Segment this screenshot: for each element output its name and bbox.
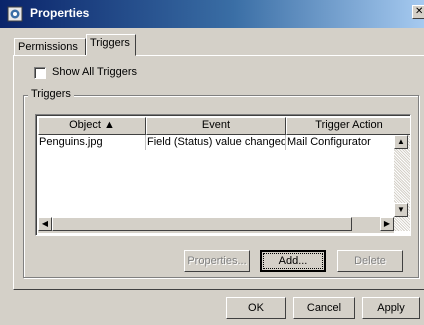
column-header-object[interactable]: Object ▲ (38, 117, 146, 135)
column-header-object-label: Object ▲ (69, 119, 115, 131)
ok-button[interactable]: OK (226, 297, 286, 319)
delete-trigger-button-label: Delete (354, 255, 386, 267)
ok-button-label: OK (248, 302, 264, 314)
trigger-properties-button-label: Properties... (187, 255, 247, 267)
column-header-trigger-action-label: Trigger Action (315, 119, 383, 131)
show-all-triggers-checkbox[interactable] (34, 67, 46, 79)
tab-permissions-label: Permissions (18, 41, 78, 53)
close-icon[interactable]: ✕ (412, 5, 424, 19)
horizontal-scroll-thumb[interactable] (52, 217, 352, 231)
show-all-triggers-label: Show All Triggers (52, 66, 137, 78)
cell-trigger-action: Mail Configurator (287, 136, 371, 148)
triggers-group-label: Triggers (28, 88, 74, 100)
tab-triggers[interactable]: Triggers (86, 34, 136, 56)
scroll-up-icon[interactable]: ▲ (394, 135, 408, 149)
apply-button-label: Apply (377, 302, 405, 314)
table-row[interactable]: Penguins.jpg Field (Status) value change… (38, 135, 394, 150)
window-title: Properties (30, 6, 90, 20)
column-header-event-label: Event (201, 119, 231, 131)
scroll-down-icon[interactable]: ▼ (394, 203, 408, 217)
tab-permissions[interactable]: Permissions (14, 38, 86, 56)
apply-button[interactable]: Apply (362, 297, 420, 319)
cancel-button[interactable]: Cancel (293, 297, 355, 319)
tab-triggers-label: Triggers (90, 37, 130, 49)
add-trigger-button[interactable]: Add... (260, 250, 326, 272)
cancel-button-label: Cancel (306, 302, 342, 314)
cell-object: Penguins.jpg (38, 135, 146, 150)
delete-trigger-button[interactable]: Delete (337, 250, 403, 272)
scroll-right-icon[interactable]: ▶ (380, 217, 394, 231)
add-trigger-button-label: Add... (278, 255, 308, 267)
trigger-properties-button[interactable]: Properties... (184, 250, 250, 272)
cell-event: Field (Status) value changed (147, 135, 286, 150)
column-header-event[interactable]: Event (146, 117, 286, 135)
triggers-table: Object ▲ Event Trigger Action Penguins.j… (35, 114, 411, 236)
properties-icon (7, 6, 23, 22)
column-header-trigger-action[interactable]: Trigger Action (286, 117, 410, 135)
scroll-left-icon[interactable]: ◀ (38, 217, 52, 231)
